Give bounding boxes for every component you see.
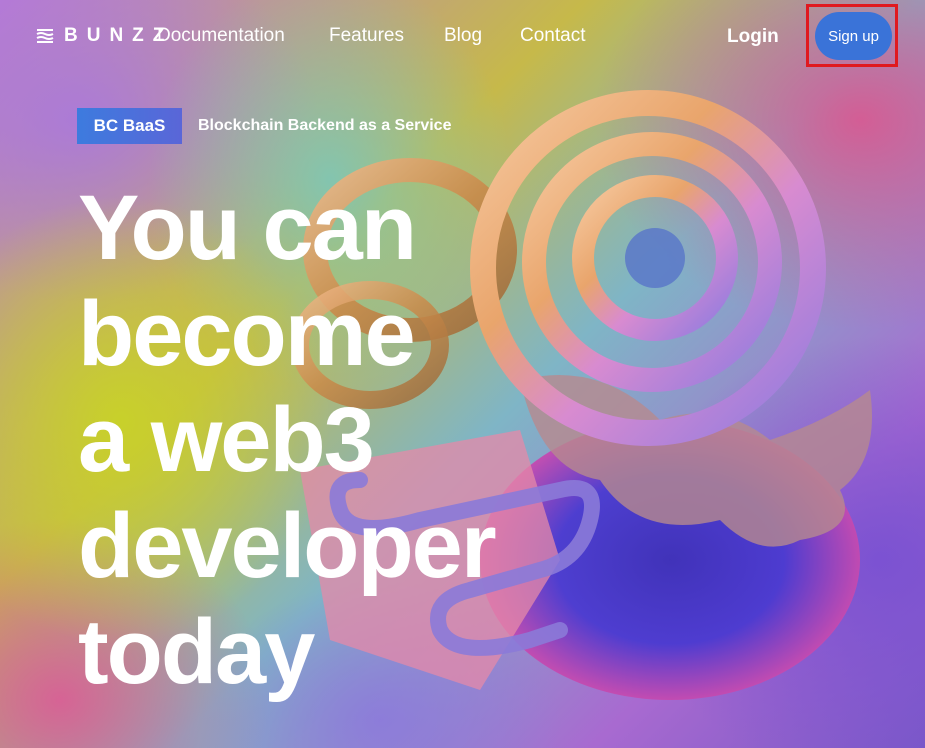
headline-line: You can [78, 177, 417, 279]
product-badge: BC BaaS [77, 108, 182, 144]
signup-highlight-box [806, 4, 898, 67]
badge-caption: Blockchain Backend as a Service [198, 117, 452, 134]
hero-headline: You can become a web3 developer today [78, 175, 638, 705]
nav-link-blog[interactable]: Blog [444, 25, 482, 47]
stacked-waves-icon [36, 29, 54, 43]
headline-line: become [78, 283, 416, 385]
nav-link-features[interactable]: Features [329, 25, 404, 47]
login-link[interactable]: Login [727, 26, 779, 48]
headline-line: a web3 [78, 389, 375, 491]
nav-link-documentation[interactable]: Documentation [157, 25, 285, 47]
nav-link-contact[interactable]: Contact [520, 25, 585, 47]
headline-line: developer [78, 495, 497, 597]
top-navigation: BUNZZ Documentation Features Blog Contac… [0, 0, 925, 72]
headline-line: today [78, 601, 315, 703]
brand-logo[interactable]: BUNZZ [36, 25, 173, 47]
